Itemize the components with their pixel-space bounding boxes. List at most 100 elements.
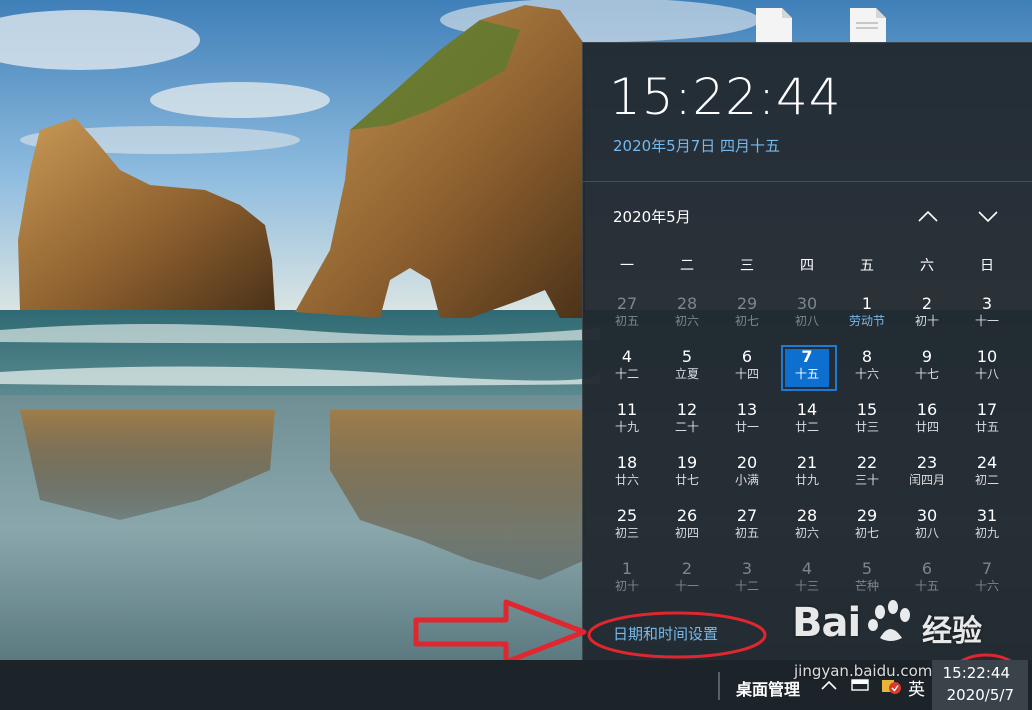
day-lunar-label: 廿二 [794,420,819,434]
calendar-month-label[interactable]: 2020年5月 [613,206,691,227]
day-lunar-label: 十四 [734,367,759,381]
calendar-day[interactable]: 7 十六 [957,554,1017,607]
clock-calendar-flyout: 15:22:44 2020年5月7日 四月十五 2020年5月 一 二 三 四 … [582,42,1032,660]
day-number: 11 [616,400,638,419]
day-number: 26 [676,506,698,525]
calendar-day[interactable]: 19 廿七 [657,448,717,501]
calendar-day[interactable]: 3 十一 [957,289,1017,342]
chevron-up-icon[interactable] [820,678,838,692]
day-lunar-label: 廿五 [974,420,999,434]
calendar-day[interactable]: 31 初九 [957,501,1017,554]
calendar-day[interactable]: 6 十五 [897,554,957,607]
calendar-day[interactable]: 16 廿四 [897,395,957,448]
security-shield-icon[interactable] [880,676,902,696]
calendar-day[interactable]: 27 初五 [597,289,657,342]
day-lunar-label: 小满 [734,473,759,487]
day-lunar-label: 十二 [734,579,759,593]
weekday-label: 五 [860,258,874,274]
previous-month-button[interactable] [913,203,943,229]
calendar-day[interactable]: 21 廿九 [777,448,837,501]
calendar-day[interactable]: 26 初四 [657,501,717,554]
day-number: 6 [741,347,753,366]
day-lunar-label: 廿六 [614,473,639,487]
taskbar: 桌面管理 英 15:22:44 2020/5/7 [0,660,1032,710]
calendar-day[interactable]: 4 十二 [597,342,657,395]
calendar-day[interactable]: 30 初八 [777,289,837,342]
calendar-day[interactable]: 4 十三 [777,554,837,607]
day-lunar-label: 廿九 [794,473,819,487]
day-lunar-label: 初三 [614,526,639,540]
calendar-day[interactable]: 18 廿六 [597,448,657,501]
calendar-day[interactable]: 28 初六 [657,289,717,342]
calendar-day[interactable]: 15 廿三 [837,395,897,448]
calendar-day[interactable]: 6 十四 [717,342,777,395]
flyout-time: 15:22:44 [609,68,842,126]
day-number: 4 [621,347,633,366]
day-number: 5 [681,347,693,366]
day-lunar-label: 廿三 [854,420,879,434]
day-number: 28 [796,506,818,525]
day-lunar-label: 二十 [674,420,699,434]
calendar-day[interactable]: 25 初三 [597,501,657,554]
day-lunar-label: 初十 [614,579,639,593]
desktop-file-icon[interactable] [754,8,794,44]
calendar-day[interactable]: 23 闰四月 [897,448,957,501]
calendar-day[interactable]: 13 廿一 [717,395,777,448]
calendar-day[interactable]: 2 十一 [657,554,717,607]
weekday-label: 二 [680,258,694,274]
taskbar-clock-button[interactable]: 15:22:44 2020/5/7 [932,660,1028,710]
keyboard-icon[interactable] [851,677,869,693]
calendar-day[interactable]: 12 二十 [657,395,717,448]
calendar-day[interactable]: 11 十九 [597,395,657,448]
day-lunar-label: 廿四 [914,420,939,434]
calendar-day[interactable]: 28 初六 [777,501,837,554]
flyout-divider [583,181,1032,182]
calendar-day[interactable]: 17 廿五 [957,395,1017,448]
calendar-day[interactable]: 29 初七 [837,501,897,554]
day-lunar-label: 十八 [974,367,999,381]
desktop-manager-button[interactable]: 桌面管理 [736,676,800,700]
calendar-day[interactable]: 22 三十 [837,448,897,501]
calendar-day[interactable]: 8 十六 [837,342,897,395]
day-number: 29 [856,506,878,525]
day-number: 25 [616,506,638,525]
calendar-day[interactable]: 14 廿二 [777,395,837,448]
calendar-day[interactable]: 10 十八 [957,342,1017,395]
calendar-day[interactable]: 2 初十 [897,289,957,342]
desktop-file-icon[interactable] [848,8,888,44]
calendar-day[interactable]: 1 初十 [597,554,657,607]
calendar-day[interactable]: 27 初五 [717,501,777,554]
date-time-settings-link[interactable]: 日期和时间设置 [613,623,718,644]
day-number: 20 [736,453,758,472]
day-lunar-label: 廿一 [734,420,759,434]
calendar-day[interactable]: 29 初七 [717,289,777,342]
input-method-indicator[interactable]: 英 [908,675,925,700]
day-number: 1 [621,559,633,578]
flyout-long-date[interactable]: 2020年5月7日 四月十五 [613,135,780,156]
weekday-label: 六 [920,258,934,274]
chevron-up-icon [918,210,938,222]
calendar-day[interactable]: 5 立夏 [657,342,717,395]
next-month-button[interactable] [973,203,1003,229]
day-lunar-label: 初七 [734,314,759,328]
calendar-day[interactable]: 3 十二 [717,554,777,607]
day-lunar-label: 十一 [974,314,999,328]
calendar-day[interactable]: 5 芒种 [837,554,897,607]
calendar-day[interactable]: 9 十七 [897,342,957,395]
day-lunar-label: 十三 [794,579,819,593]
calendar-day-today[interactable]: 7 十五 [777,342,837,395]
calendar-day[interactable]: 20 小满 [717,448,777,501]
day-lunar-label: 初二 [974,473,999,487]
weekday-label: 日 [980,258,994,274]
day-number: 22 [856,453,878,472]
day-number: 6 [921,559,933,578]
day-number: 12 [676,400,698,419]
taskbar-separator [718,672,720,700]
calendar-day[interactable]: 30 初八 [897,501,957,554]
day-number: 4 [801,559,813,578]
day-lunar-label: 十二 [614,367,639,381]
day-lunar-label: 闰四月 [908,473,945,487]
calendar-day[interactable]: 1 劳动节 [837,289,897,342]
calendar-day[interactable]: 24 初二 [957,448,1017,501]
chevron-down-icon [978,211,998,223]
